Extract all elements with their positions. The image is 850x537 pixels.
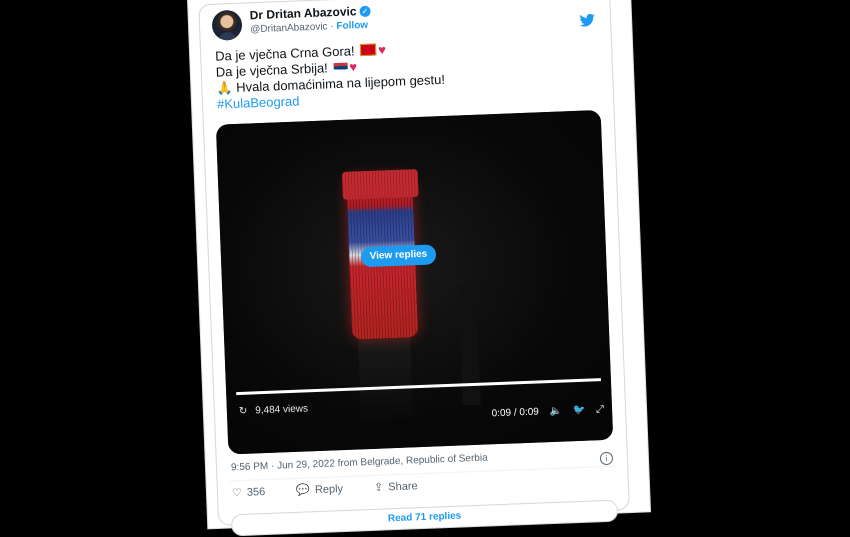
tweet-container: Dr Dritan Abazovic ✓ @DritanAbazovic · Fo… [198,0,630,537]
read-replies-button[interactable]: Read 71 replies [230,499,619,537]
serbia-flag-icon [333,62,348,74]
tweet-timestamp[interactable]: 9:56 PM · Jun 29, 2022 from Belgrade, Re… [231,453,488,474]
replay-icon[interactable]: ↻ [239,406,248,417]
hashtag-link[interactable]: #KulaBeograd [217,93,300,111]
video-time: 0:09 / 0:09 [491,406,540,420]
heart-emoji-icon: ♥ [349,59,358,75]
tweet-embed-card: Dr Dritan Abazovic ✓ @DritanAbazovic · Fo… [187,0,651,537]
verified-badge-icon: ✓ [359,5,371,18]
twitter-bird-icon[interactable]: 🐦 [573,405,586,416]
author-handle-row: @DritanAbazovic · Follow [250,20,368,36]
reply-icon: 💬 [296,484,311,497]
video-frame-tower-base [358,337,414,420]
view-replies-button[interactable]: View replies [360,244,437,268]
heart-emoji-icon: ♥ [377,42,387,58]
author-handle[interactable]: @DritanAbazovic [250,21,328,35]
video-frame-tower-top [341,168,419,200]
twitter-bird-icon[interactable] [578,12,597,29]
share-label: Share [388,480,418,494]
avatar[interactable] [211,9,243,41]
views-count: 9,484 views [255,403,309,417]
pray-emoji-icon: 🙏 [216,80,233,96]
reply-button[interactable]: 💬 Reply [296,482,357,497]
author-name[interactable]: Dr Dritan Abazovic [249,4,356,22]
like-button[interactable]: ♡ 356 [231,485,280,500]
reply-label: Reply [314,483,344,497]
montenegro-flag-icon [359,43,377,57]
share-button[interactable]: ⇪ Share [374,479,432,494]
like-count: 356 [246,486,266,499]
heart-icon: ♡ [231,486,243,500]
tweet-text: Da je vječna Crna Gora! ♥ Da je vječna S… [215,34,597,113]
screenshot-page: Dr Dritan Abazovic ✓ @DritanAbazovic · Fo… [0,0,850,537]
fullscreen-icon[interactable]: ⤢ [596,404,604,415]
info-icon[interactable]: i [599,451,614,466]
follow-link[interactable]: Follow [336,20,368,32]
share-icon: ⇪ [373,481,384,494]
video-player[interactable]: View replies ↻ 9,484 views 0:09 / 0:09 🔈 … [215,109,614,455]
tweet-actions: ♡ 356 💬 Reply ⇪ Share [232,478,446,499]
volume-icon[interactable]: 🔈 [549,406,562,417]
